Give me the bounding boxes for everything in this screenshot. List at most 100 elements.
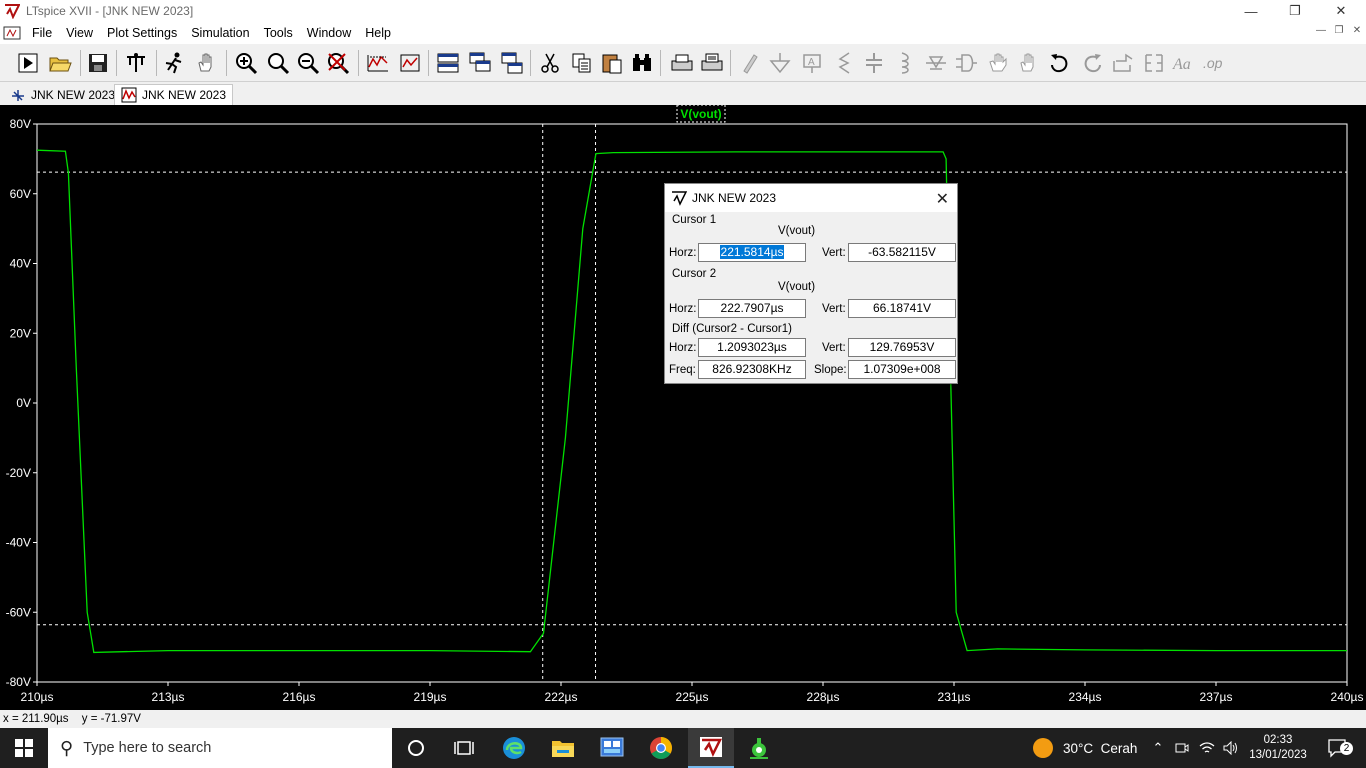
mdi-minimize-icon[interactable]: — <box>1314 25 1328 39</box>
meet-now-icon[interactable] <box>1172 728 1192 768</box>
component-icon[interactable] <box>952 49 980 77</box>
clock[interactable]: 02:33 13/01/2023 <box>1248 728 1308 768</box>
control-panel-app-icon[interactable] <box>592 728 632 768</box>
task-view-icon[interactable] <box>444 728 484 768</box>
diode-icon[interactable] <box>922 49 950 77</box>
start-button[interactable] <box>0 728 48 768</box>
text-icon[interactable]: Aa <box>1170 49 1198 77</box>
tile-vertical-icon[interactable] <box>498 49 526 77</box>
c1-horz-value[interactable]: 221.5814µs <box>719 245 785 259</box>
spice-directive-icon[interactable]: .op <box>1200 49 1228 77</box>
resistor-icon[interactable] <box>830 49 858 77</box>
open-icon[interactable] <box>46 49 74 77</box>
cursor-dialog[interactable]: JNK NEW 2023 ✕ Cursor 1 V(vout) Horz: 22… <box>664 183 958 384</box>
menu-help[interactable]: Help <box>358 26 398 40</box>
search-icon: ⚲ <box>60 737 74 758</box>
tab-schematic[interactable]: JNK NEW 2023 <box>4 84 121 105</box>
wire-icon[interactable] <box>736 49 764 77</box>
slope-field[interactable]: 1.07309e+008 <box>848 360 956 379</box>
trace-label[interactable]: V(vout) <box>680 107 721 121</box>
minimize-button[interactable]: — <box>1228 0 1274 22</box>
cursor2-heading: Cursor 2 <box>672 268 717 280</box>
label-icon[interactable]: A <box>798 49 826 77</box>
freq-field[interactable]: 826.92308KHz <box>698 360 806 379</box>
volume-icon[interactable] <box>1220 728 1242 768</box>
cascade-icon[interactable] <box>466 49 494 77</box>
zoom-in-icon[interactable] <box>232 49 260 77</box>
menu-tools[interactable]: Tools <box>257 26 300 40</box>
dialog-title-bar[interactable]: JNK NEW 2023 <box>665 184 957 212</box>
cut-icon[interactable] <box>536 49 564 77</box>
zoom-cancel-icon[interactable] <box>324 49 352 77</box>
find-icon[interactable] <box>628 49 656 77</box>
x-tick-label: 240µs <box>1331 690 1364 704</box>
chrome-icon[interactable] <box>641 728 681 768</box>
c1-vert-label: Vert: <box>822 247 846 259</box>
undo-icon[interactable] <box>1046 49 1074 77</box>
y-tick-label: -60V <box>6 605 31 619</box>
rotate-icon[interactable] <box>1108 49 1136 77</box>
wifi-icon[interactable] <box>1196 728 1218 768</box>
c1-horz-label: Horz: <box>669 247 697 259</box>
diff-horz-field[interactable]: 1.2093023µs <box>698 338 806 357</box>
mdi-restore-icon[interactable]: ❐ <box>1332 25 1346 39</box>
ltspice-app-icon <box>5 4 20 19</box>
save-icon[interactable] <box>84 49 112 77</box>
control-panel-icon[interactable] <box>122 49 150 77</box>
menu-window[interactable]: Window <box>300 26 358 40</box>
redo-icon[interactable] <box>1078 49 1106 77</box>
inductor-icon[interactable] <box>890 49 918 77</box>
run-icon[interactable] <box>14 49 42 77</box>
dialog-close-icon[interactable]: ✕ <box>936 189 949 209</box>
x-tick-label: 237µs <box>1200 690 1233 704</box>
taskbar-search[interactable]: ⚲ Type here to search <box>48 728 392 768</box>
drag-icon[interactable] <box>1014 49 1042 77</box>
copy-icon[interactable] <box>568 49 596 77</box>
ltspice-taskbar-icon[interactable] <box>688 728 734 768</box>
close-window-button[interactable]: ✕ <box>1318 0 1364 22</box>
y-tick-label: -20V <box>6 466 31 480</box>
cursor2-trace: V(vout) <box>778 281 816 293</box>
c2-horz-field[interactable]: 222.7907µs <box>698 299 806 318</box>
menu-file[interactable]: File <box>25 26 59 40</box>
capacitor-icon[interactable] <box>860 49 888 77</box>
notification-center-icon[interactable]: 2 <box>1318 728 1358 768</box>
y-tick-label: 0V <box>16 396 31 410</box>
print-icon[interactable] <box>668 49 696 77</box>
zoom-out-icon[interactable] <box>294 49 322 77</box>
chevron-up-icon[interactable]: ⌃ <box>1148 728 1168 768</box>
zoom-area-icon[interactable] <box>264 49 292 77</box>
tile-horizontal-icon[interactable] <box>434 49 462 77</box>
run-sim-icon[interactable] <box>160 49 188 77</box>
menu-simulation[interactable]: Simulation <box>184 26 256 40</box>
x-tick-label: 210µs <box>21 690 54 704</box>
mdi-close-icon[interactable]: ✕ <box>1350 25 1364 39</box>
y-tick-label: 80V <box>10 117 31 131</box>
menu-plot-settings[interactable]: Plot Settings <box>100 26 184 40</box>
c2-vert-field[interactable]: 66.18741V <box>848 299 956 318</box>
diff-vert-field[interactable]: 129.76953V <box>848 338 956 357</box>
freq-label: Freq: <box>669 364 696 376</box>
c1-vert-field[interactable]: -63.582115V <box>848 243 956 262</box>
mirror-icon[interactable] <box>1140 49 1168 77</box>
tab-waveform[interactable]: JNK NEW 2023 <box>114 84 234 105</box>
manual-limits-icon[interactable] <box>396 49 424 77</box>
file-explorer-icon[interactable] <box>543 728 583 768</box>
x-tick-label: 222µs <box>545 690 578 704</box>
restore-button[interactable]: ❐ <box>1272 0 1318 22</box>
ground-icon[interactable] <box>766 49 794 77</box>
cortana-icon[interactable] <box>396 728 436 768</box>
weather-widget[interactable]: 30°C Cerah <box>1032 728 1137 768</box>
menu-view[interactable]: View <box>59 26 100 40</box>
x-tick-label: 225µs <box>676 690 709 704</box>
green-app-icon[interactable] <box>738 728 780 768</box>
paste-icon[interactable] <box>598 49 626 77</box>
mdi-doc-icon[interactable] <box>3 25 21 41</box>
autorange-icon[interactable] <box>364 49 392 77</box>
edge-icon[interactable] <box>494 728 534 768</box>
pan-icon[interactable] <box>192 49 220 77</box>
c1-horz-field[interactable]: 221.5814µs <box>698 243 806 262</box>
move-icon[interactable] <box>984 49 1012 77</box>
search-placeholder: Type here to search <box>83 740 212 756</box>
print-setup-icon[interactable] <box>698 49 726 77</box>
